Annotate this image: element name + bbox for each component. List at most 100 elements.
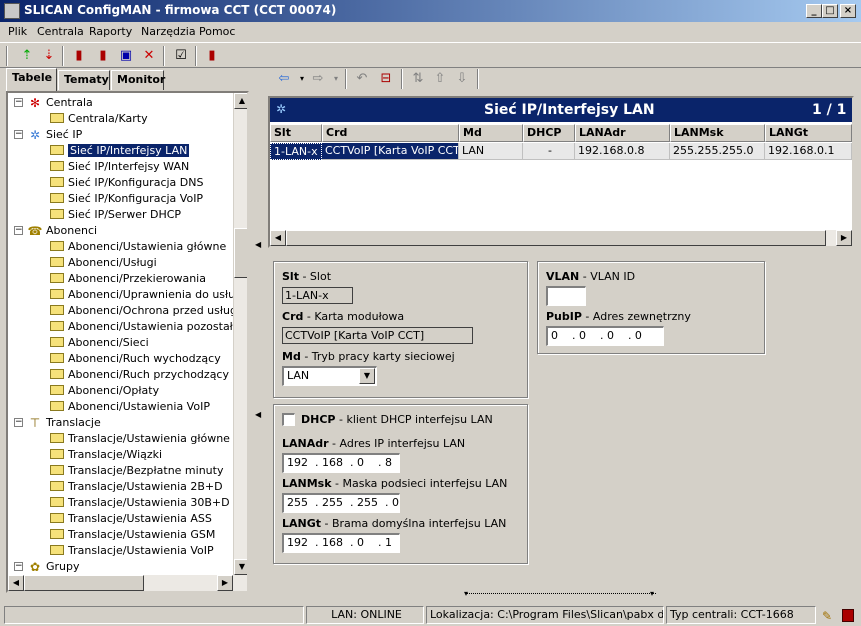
splitter-arrow-icon[interactable]: ◀ bbox=[255, 240, 261, 249]
tree-item[interactable]: Sieć IP/Konfiguracja VoIP bbox=[50, 191, 203, 207]
scroll-right-button[interactable]: ▶ bbox=[836, 230, 852, 246]
tree-group-node[interactable]: − ☎ Abonenci bbox=[14, 223, 97, 239]
disconnect-icon[interactable]: ✕ bbox=[140, 47, 158, 65]
column-header-md[interactable]: Md bbox=[459, 124, 523, 142]
scroll-right-button[interactable]: ▶ bbox=[217, 575, 233, 591]
cell-slt[interactable]: 1-LAN-x bbox=[270, 143, 322, 160]
lanadr-input[interactable]: 192 . 168 . 0 . 8 bbox=[282, 453, 400, 473]
scroll-left-button[interactable]: ◀ bbox=[270, 230, 286, 246]
tree-hscrollbar[interactable]: ◀ ▶ bbox=[8, 575, 247, 591]
tree-item[interactable]: Translacje/Ustawienia 2B+D bbox=[50, 479, 223, 495]
tree-group-node[interactable]: − ✲ Sieć IP bbox=[14, 127, 82, 143]
tree-item[interactable]: Centrala/Karty bbox=[50, 111, 148, 127]
column-header-crd[interactable]: Crd bbox=[322, 124, 459, 142]
collapse-toggle[interactable]: − bbox=[14, 417, 23, 427]
sort-icon[interactable]: ⇅ bbox=[409, 70, 427, 88]
tab-monitor[interactable]: Monitor bbox=[111, 70, 165, 90]
tree-item[interactable]: Translacje/Ustawienia 30B+D bbox=[50, 495, 230, 511]
cell-lanmsk[interactable]: 255.255.255.0 bbox=[670, 143, 765, 160]
tree-item[interactable]: Abonenci/Ruch wychodzący bbox=[50, 351, 221, 367]
splitter-arrow-icon[interactable]: ◀ bbox=[255, 410, 261, 419]
checklist-icon[interactable]: ☑ bbox=[172, 47, 190, 65]
tree-vscrollbar[interactable]: ▲ ▼ bbox=[233, 93, 247, 575]
forward-arrow-icon[interactable]: ⇨ bbox=[309, 70, 327, 88]
read-config-icon[interactable]: ▮ bbox=[70, 47, 88, 65]
cell-langt[interactable]: 192.168.0.1 bbox=[765, 143, 852, 160]
collapse-toggle[interactable]: − bbox=[14, 561, 23, 571]
chevron-down-icon[interactable]: ▼ bbox=[359, 368, 375, 384]
tree-item[interactable]: Sieć IP/Serwer DHCP bbox=[50, 207, 181, 223]
move-down-icon[interactable]: ⇩ bbox=[453, 70, 471, 88]
hscroll-thumb[interactable] bbox=[286, 230, 826, 246]
edit-icon[interactable]: ✎ bbox=[822, 609, 832, 623]
undo-icon[interactable]: ↶ bbox=[353, 70, 371, 88]
tree-item[interactable]: Sieć IP/Konfiguracja DNS bbox=[50, 175, 203, 191]
column-header-lanmsk[interactable]: LANMsk bbox=[670, 124, 765, 142]
tree-item[interactable]: Abonenci/Przekierowania bbox=[50, 271, 206, 287]
column-header-lanadr[interactable]: LANAdr bbox=[575, 124, 670, 142]
tree-item[interactable]: Sieć IP/Interfejsy LAN bbox=[50, 143, 190, 159]
vlan-input[interactable] bbox=[546, 286, 586, 306]
tree-item[interactable]: Translacje/Bezpłatne minuty bbox=[50, 463, 223, 479]
tree-item[interactable]: Abonenci/Usługi bbox=[50, 255, 157, 271]
tree-item[interactable]: Abonenci/Ustawienia VoIP bbox=[50, 399, 210, 415]
tree-group-node[interactable]: − ⊤ Translacje bbox=[14, 415, 101, 431]
cell-lanadr[interactable]: 192.168.0.8 bbox=[575, 143, 670, 160]
tree-group-node[interactable]: − ✻ Centrala bbox=[14, 95, 93, 111]
close-button[interactable]: × bbox=[840, 4, 856, 18]
scroll-up-button[interactable]: ▲ bbox=[234, 93, 247, 109]
cell-md[interactable]: LAN bbox=[459, 143, 523, 160]
tree-item[interactable]: Abonenci/Uprawnienia do usług bbox=[50, 287, 242, 303]
collapse-toggle[interactable]: − bbox=[14, 129, 23, 139]
dhcp-checkbox[interactable] bbox=[282, 413, 295, 426]
collapse-toggle[interactable]: − bbox=[14, 225, 23, 235]
tree-view[interactable]: − ✻ Centrala Centrala/Karty − ✲ Sieć IP Sieć IP… bbox=[6, 91, 249, 593]
column-header-dhcp[interactable]: DHCP bbox=[523, 124, 575, 142]
tree-item[interactable]: Sieć IP/Interfejsy WAN bbox=[50, 159, 189, 175]
menu-plik[interactable]: Plik bbox=[8, 25, 27, 38]
menu-narzedzia[interactable]: Narzędzia bbox=[141, 25, 196, 38]
exit-icon[interactable] bbox=[842, 609, 854, 622]
scroll-thumb[interactable] bbox=[234, 228, 247, 278]
maximize-button[interactable]: □ bbox=[822, 4, 838, 18]
cancel-changes-icon[interactable]: ⊟ bbox=[377, 70, 395, 88]
tree-item[interactable]: Abonenci/Ochrona przed usługam bbox=[50, 303, 247, 319]
bottom-splitter[interactable]: ▾ ▾ bbox=[464, 590, 656, 598]
minimize-button[interactable]: _ bbox=[806, 4, 822, 18]
download-icon[interactable]: ⇣ bbox=[40, 47, 58, 65]
menu-pomoc[interactable]: Pomoc bbox=[199, 25, 235, 38]
tree-item[interactable]: Translacje/Ustawienia ASS bbox=[50, 511, 212, 527]
exit-icon[interactable]: ▮ bbox=[203, 47, 221, 65]
collapse-toggle[interactable]: − bbox=[14, 97, 23, 107]
scroll-left-button[interactable]: ◀ bbox=[8, 575, 24, 591]
move-up-icon[interactable]: ⇧ bbox=[431, 70, 449, 88]
write-config-icon[interactable]: ▮ bbox=[94, 47, 112, 65]
cell-dhcp[interactable]: - bbox=[523, 143, 575, 160]
tree-item[interactable]: Translacje/Ustawienia VoIP bbox=[50, 543, 214, 559]
tree-item[interactable]: Abonenci/Sieci bbox=[50, 335, 149, 351]
table-hscrollbar[interactable]: ◀ ▶ bbox=[270, 230, 852, 246]
upload-icon[interactable]: ⇡ bbox=[18, 47, 36, 65]
column-header-langt[interactable]: LANGt bbox=[765, 124, 852, 142]
tree-item[interactable]: Translacje/Ustawienia GSM bbox=[50, 527, 215, 543]
forward-dropdown-icon[interactable]: ▾ bbox=[327, 70, 345, 88]
tree-item[interactable]: Abonenci/Opłaty bbox=[50, 383, 159, 399]
menu-centrala[interactable]: Centrala bbox=[37, 25, 84, 38]
tree-item[interactable]: Abonenci/Ustawienia pozostałe bbox=[50, 319, 240, 335]
hscroll-thumb[interactable] bbox=[24, 575, 144, 591]
menu-raporty[interactable]: Raporty bbox=[89, 25, 132, 38]
tab-tabele[interactable]: Tabele bbox=[6, 68, 57, 91]
cell-crd[interactable]: CCTVoIP [Karta VoIP CCT] bbox=[322, 143, 459, 160]
tree-item[interactable]: Abonenci/Ustawienia główne bbox=[50, 239, 226, 255]
pubip-input[interactable]: 0 . 0 . 0 . 0 bbox=[546, 326, 664, 346]
tab-tematy[interactable]: Tematy bbox=[58, 70, 110, 90]
back-arrow-icon[interactable]: ⇦ bbox=[275, 70, 293, 88]
connect-icon[interactable]: ▣ bbox=[117, 47, 135, 65]
scroll-down-button[interactable]: ▼ bbox=[234, 559, 247, 575]
tree-item[interactable]: Abonenci/Ruch przychodzący bbox=[50, 367, 229, 383]
column-header-slt[interactable]: Slt bbox=[270, 124, 322, 142]
langt-input[interactable]: 192 . 168 . 0 . 1 bbox=[282, 533, 400, 553]
lanmsk-input[interactable]: 255 . 255 . 255 . 0 bbox=[282, 493, 400, 513]
tree-item[interactable]: Translacje/Wiązki bbox=[50, 447, 162, 463]
tree-item[interactable]: Translacje/Ustawienia główne bbox=[50, 431, 230, 447]
